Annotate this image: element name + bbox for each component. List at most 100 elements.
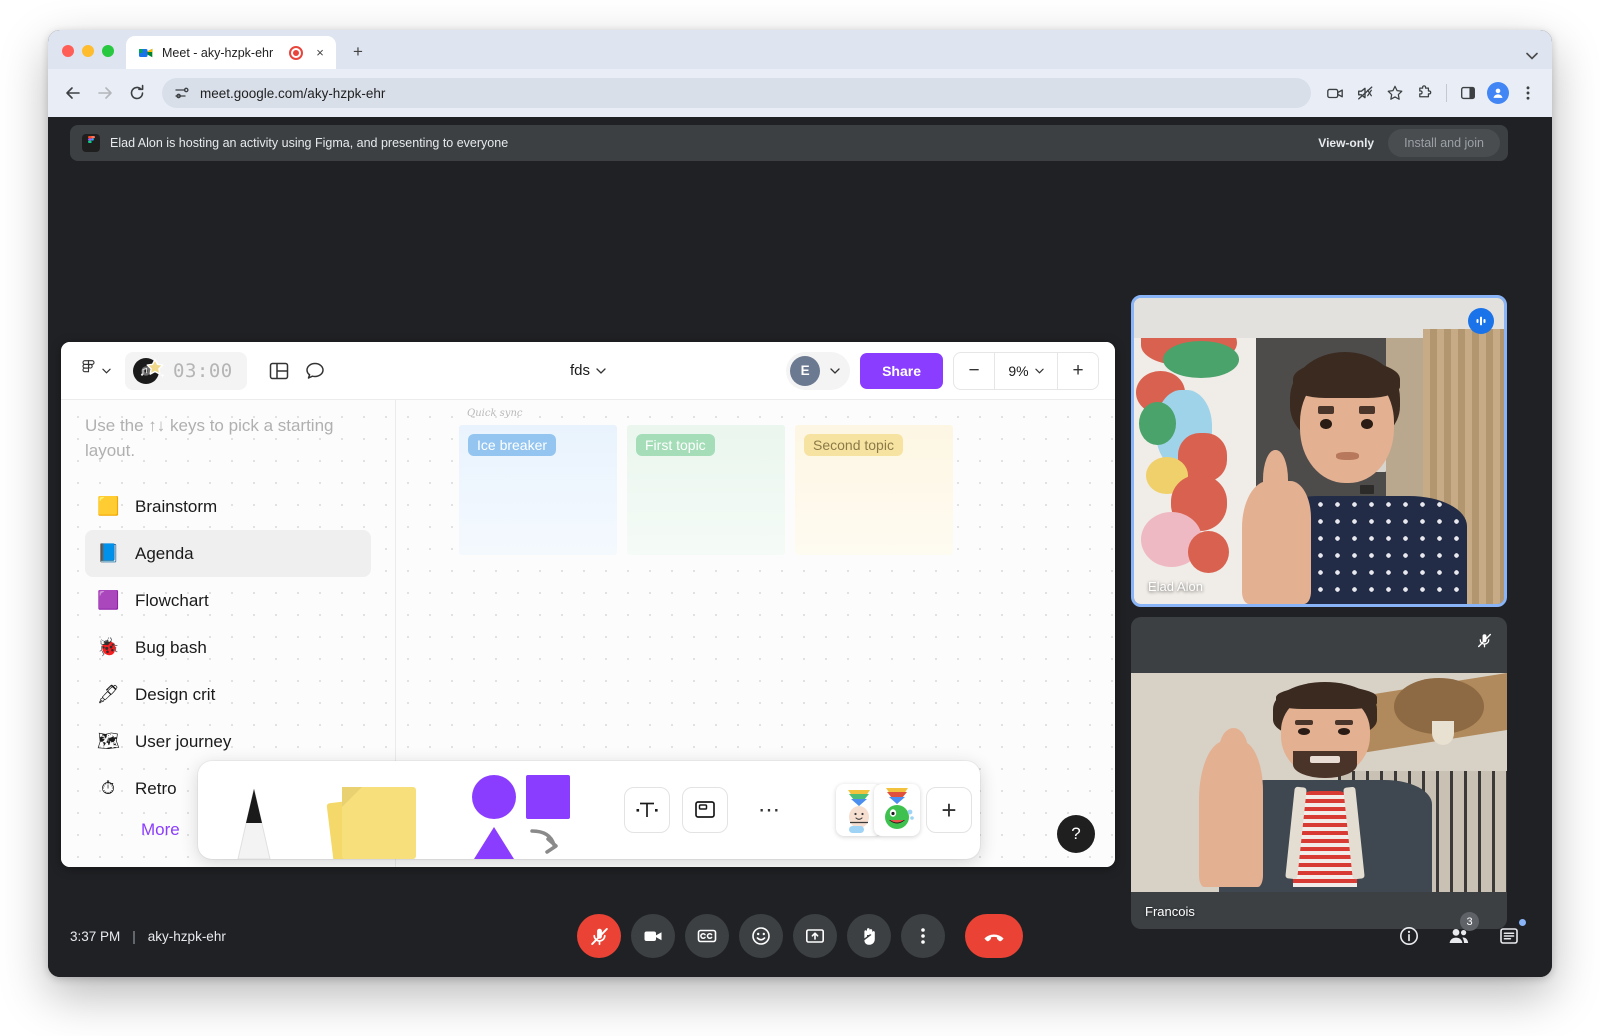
sticky-notes-icon[interactable] (320, 761, 440, 859)
participant-tile-francois[interactable]: Francois (1131, 617, 1507, 929)
new-tab-button[interactable]: + (344, 38, 372, 66)
back-arrow-icon[interactable] (58, 78, 88, 108)
figma-app-icon (82, 134, 100, 152)
camera-button[interactable] (631, 914, 675, 958)
view-only-label: View-only (1318, 136, 1375, 150)
end-call-button[interactable] (965, 914, 1023, 958)
layout-item-label: User journey (135, 731, 232, 751)
toolbar-actions (1321, 79, 1542, 107)
sticky-notes-section[interactable] (310, 761, 450, 859)
chevron-down-icon (830, 367, 840, 374)
reload-icon[interactable] (122, 78, 152, 108)
layout-item-label: Agenda (135, 543, 194, 563)
frame-tool-icon[interactable] (682, 787, 728, 833)
figma-file-name-button[interactable]: fds (570, 362, 606, 379)
three-dot-menu-icon[interactable] (1514, 79, 1542, 107)
figma-file-name: fds (569, 362, 590, 379)
map-icon: 🗺 (97, 731, 120, 752)
site-muted-icon[interactable] (1351, 79, 1379, 107)
zoom-in-button[interactable]: + (1058, 353, 1098, 389)
text-frame-section: ⋯ (614, 761, 810, 859)
audio-levels-icon (1468, 308, 1494, 334)
zoom-level-value: 9% (1008, 362, 1029, 379)
toolbar-divider (1446, 84, 1447, 102)
figma-logo-icon (81, 359, 96, 382)
figma-timer[interactable]: 03:00 (125, 351, 247, 390)
layout-item-agenda[interactable]: 📘 Agenda (85, 530, 371, 578)
side-panel-icon[interactable] (1454, 79, 1482, 107)
participant-tile-elad-alon[interactable]: Elad Alon (1131, 295, 1507, 607)
close-tab-button[interactable]: × (311, 44, 329, 62)
microphone-button[interactable] (577, 914, 621, 958)
pen-tool-section[interactable] (198, 761, 310, 859)
reactions-button[interactable] (739, 914, 783, 958)
participant-name: Elad Alon (1148, 579, 1203, 594)
bug-icon: 🐞 (97, 637, 120, 658)
raise-hand-button[interactable] (847, 914, 891, 958)
board-title: Quick sync (467, 408, 523, 419)
chat-unread-dot (1519, 919, 1526, 926)
install-and-join-button[interactable]: Install and join (1388, 129, 1500, 157)
meeting-right-actions: 3 (1388, 912, 1530, 957)
figma-timer-value: 03:00 (173, 359, 233, 382)
meeting-details-button[interactable] (1388, 915, 1430, 957)
agenda-board-icon: 📘 (97, 543, 120, 564)
zoom-level-button[interactable]: 9% (994, 352, 1058, 389)
text-tool-icon[interactable] (624, 787, 670, 833)
chevron-down-icon[interactable] (1526, 52, 1538, 60)
camera-permission-icon[interactable] (1321, 79, 1349, 107)
zoom-out-button[interactable]: − (954, 353, 994, 389)
music-star-sticker-icon (129, 354, 169, 388)
agenda-board: Quick sync Ice breaker First topic Secon… (459, 408, 953, 555)
figma-collaborators[interactable]: E (786, 351, 851, 390)
chevron-down-icon (102, 368, 111, 374)
browser-tab[interactable]: Meet - aky-hzpk-ehr × (126, 36, 336, 69)
google-meet-favicon (138, 45, 154, 61)
layout-item-brainstorm[interactable]: 🟨 Brainstorm (85, 483, 371, 530)
layout-grid-icon[interactable] (261, 353, 297, 389)
extensions-puzzle-icon[interactable] (1411, 79, 1439, 107)
people-button[interactable]: 3 (1438, 912, 1480, 957)
present-button[interactable] (793, 914, 837, 958)
bookmark-star-icon[interactable] (1381, 79, 1409, 107)
tab-recording-indicator[interactable] (289, 45, 303, 60)
board-column-label: First topic (636, 434, 715, 456)
chevron-down-icon (596, 367, 606, 374)
activity-banner: Elad Alon is hosting an activity using F… (70, 125, 1508, 161)
site-settings-icon[interactable] (174, 85, 190, 101)
more-options-button[interactable] (901, 914, 945, 958)
help-button[interactable]: ? (1057, 815, 1095, 853)
pen-marker-icon[interactable] (208, 761, 300, 859)
add-sticker-button[interactable]: + (926, 787, 972, 833)
more-options-icon[interactable]: ⋯ (740, 797, 800, 823)
layout-item-label: Brainstorm (135, 496, 218, 516)
meeting-controls (48, 914, 1552, 958)
browser-toolbar: meet.google.com/aky-hzpk-ehr (48, 69, 1552, 117)
layout-item-user-journey[interactable]: 🗺 User journey (85, 718, 371, 765)
close-window-button[interactable] (62, 45, 74, 57)
figma-activity-panel: 03:00 fds E Share − 9% + Use the ↑↓ keys… (61, 342, 1115, 867)
board-column-ice-breaker[interactable]: Ice breaker (459, 425, 617, 555)
share-button[interactable]: Share (860, 352, 943, 389)
layout-item-bug-bash[interactable]: 🐞 Bug bash (85, 624, 371, 671)
minimize-window-button[interactable] (82, 45, 94, 57)
party-monster-sticker-icon[interactable] (874, 784, 920, 836)
chat-button[interactable] (1488, 915, 1530, 957)
maximize-window-button[interactable] (102, 45, 114, 57)
profile-avatar-icon[interactable] (1484, 79, 1512, 107)
flowchart-icon: 🟪 (97, 590, 120, 611)
board-column-first-topic[interactable]: First topic (627, 425, 785, 555)
figma-menu-button[interactable] (77, 359, 115, 382)
captions-button[interactable] (685, 914, 729, 958)
figma-canvas[interactable]: Use the ↑↓ keys to pick a starting layou… (61, 400, 1115, 867)
comment-bubble-icon[interactable] (297, 353, 333, 389)
shapes-section[interactable] (450, 761, 602, 859)
shapes-icon[interactable] (460, 761, 592, 859)
zoom-controls: − 9% + (953, 351, 1099, 390)
board-column-label: Second topic (804, 434, 903, 456)
forward-arrow-icon[interactable] (90, 78, 120, 108)
layout-item-design-crit[interactable]: 🖋 Design crit (85, 671, 371, 718)
address-bar[interactable]: meet.google.com/aky-hzpk-ehr (162, 78, 1311, 108)
layout-item-flowchart[interactable]: 🟪 Flowchart (85, 577, 371, 624)
board-column-second-topic[interactable]: Second topic (795, 425, 953, 555)
